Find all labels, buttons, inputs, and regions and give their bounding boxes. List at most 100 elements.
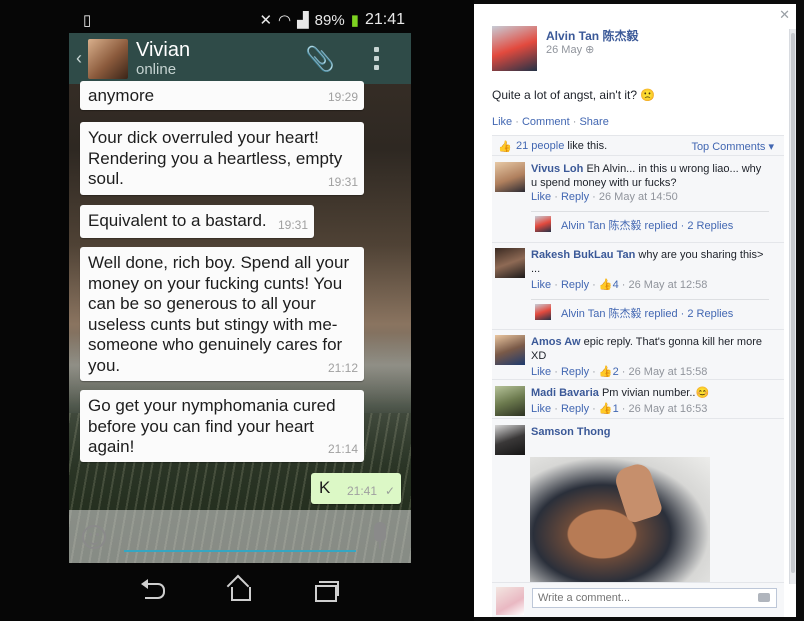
battery-percent: 89% [314, 11, 345, 29]
message-bubble[interactable]: Your dick overruled your heart! Renderin… [80, 122, 364, 195]
replies-link[interactable]: Alvin Tan 陈杰毅 replied · 2 Replies [561, 305, 733, 321]
post-date[interactable]: 26 May [546, 44, 582, 56]
replies-row[interactable]: Alvin Tan 陈杰毅 replied · 2 Replies [531, 211, 769, 233]
reply-avatar [535, 216, 551, 232]
home-icon[interactable] [227, 577, 255, 601]
close-icon[interactable]: ✕ [779, 7, 790, 23]
overflow-menu-icon[interactable] [374, 47, 380, 74]
my-avatar [496, 587, 524, 615]
comment-date[interactable]: 26 May at 12:58 [628, 279, 707, 291]
like-link[interactable]: Like [492, 116, 512, 128]
contact-presence: online [136, 60, 177, 78]
comment: Madi Bavaria Pm vivian number..😊 Like · … [492, 380, 784, 419]
globe-icon: ⊕ [585, 44, 595, 56]
message-time: 19:31 [277, 217, 308, 232]
comment: Vivus Loh Eh Alvin... in this u wrong li… [492, 157, 784, 243]
phone-screen: ▯ ✕ ◠ ▟ 89% ▮ 21:41 ‹ Vivian online 📎 an… [0, 0, 474, 621]
comment-like-count[interactable]: 1 [613, 403, 619, 415]
delivered-check-icon: ✓ [384, 483, 395, 498]
message-time: 21:12 [327, 360, 358, 375]
message-text: Your dick overruled your heart! Renderin… [88, 128, 343, 188]
share-link[interactable]: Share [579, 116, 608, 128]
comment-reply-link[interactable]: Reply [561, 191, 589, 203]
scrollbar[interactable] [789, 29, 796, 584]
contact-name: Vivian [136, 38, 191, 61]
likers-link[interactable]: 21 people [516, 140, 564, 152]
like-count-icon: 👍 [598, 366, 613, 378]
microphone-icon[interactable] [374, 522, 386, 549]
facebook-post-panel: ✕ Alvin Tan 陈杰毅 26 May ⊕ Quite a lot of … [474, 4, 796, 617]
thumbs-up-gesture [612, 460, 664, 525]
back-chevron-icon[interactable]: ‹ [71, 48, 87, 69]
comment-like-link[interactable]: Like [531, 403, 551, 415]
message-bubble[interactable]: Go get your nymphomania cured before you… [80, 390, 364, 462]
comment-author[interactable]: Samson Thong [531, 426, 610, 438]
back-arrow-icon[interactable] [141, 577, 169, 601]
comment-reply-link[interactable]: Reply [561, 403, 589, 415]
like-count-icon: 👍 [598, 279, 613, 291]
message-bubble[interactable]: Equivalent to a bastard. 19:31 [80, 205, 314, 238]
message-text: Equivalent to a bastard. [88, 211, 267, 230]
comment-photo[interactable] [530, 457, 710, 597]
post-actions: Like · Comment · Share [492, 116, 609, 128]
comment-reply-link[interactable]: Reply [561, 366, 589, 378]
android-nav-bar [69, 563, 411, 621]
likes-summary: 👍 21 people like this. Top Comments ▾ [492, 136, 784, 156]
comment-author[interactable]: Vivus Loh [531, 163, 583, 175]
comment: Samson Thong [492, 419, 784, 597]
camera-icon[interactable] [758, 593, 770, 602]
replies-row[interactable]: Alvin Tan 陈杰毅 replied · 2 Replies [531, 299, 769, 321]
comment-date[interactable]: 26 May at 16:53 [628, 403, 707, 415]
commenter-avatar[interactable] [495, 386, 525, 416]
author-avatar[interactable] [492, 26, 537, 71]
reply-avatar [535, 304, 551, 320]
comment-reply-link[interactable]: Reply [561, 279, 589, 291]
post-text: Quite a lot of angst, ain't it? 🙁 [492, 88, 656, 102]
message-text: anymore [88, 86, 155, 105]
chat-header[interactable]: ‹ Vivian online 📎 [69, 33, 411, 84]
comment-author[interactable]: Amos Aw [531, 336, 581, 348]
likes-suffix: like this. [567, 140, 608, 152]
comment-text: Pm vivian number..😊 [601, 387, 710, 399]
notification-icon: ▯ [83, 12, 92, 29]
comment-like-count[interactable]: 2 [613, 366, 619, 378]
battery-icon: ▮ [350, 12, 359, 29]
commenter-avatar[interactable] [495, 425, 525, 455]
comment-date[interactable]: 26 May at 15:58 [628, 366, 707, 378]
message-text: Well done, rich boy. Spend all your mone… [88, 253, 350, 375]
commenter-avatar[interactable] [495, 248, 525, 278]
comment-like-link[interactable]: Like [531, 191, 551, 203]
comment-like-link[interactable]: Like [531, 366, 551, 378]
comment-link[interactable]: Comment [522, 116, 570, 128]
message-input[interactable] [124, 550, 356, 552]
comment: Rakesh BukLau Tan why are you sharing th… [492, 243, 784, 330]
message-bubble[interactable]: Well done, rich boy. Spend all your mone… [80, 247, 364, 381]
top-comments-dropdown[interactable]: Top Comments ▾ [691, 140, 774, 153]
post-author[interactable]: Alvin Tan 陈杰毅 [546, 27, 638, 44]
thumbs-up-icon: 👍 [498, 141, 512, 153]
message-time: 19:31 [327, 174, 358, 189]
commenter-avatar[interactable] [495, 162, 525, 192]
comment-date[interactable]: 26 May at 14:50 [599, 191, 678, 203]
contact-avatar[interactable] [88, 38, 128, 79]
message-composer [69, 510, 411, 563]
message-time: 21:14 [327, 441, 358, 456]
no-sound-icon: ✕ [259, 12, 273, 29]
comment-like-link[interactable]: Like [531, 279, 551, 291]
comment-like-count[interactable]: 4 [613, 279, 619, 291]
commenter-avatar[interactable] [495, 335, 525, 365]
attach-paperclip-icon[interactable]: 📎 [305, 45, 335, 74]
recent-apps-icon[interactable] [313, 577, 341, 602]
status-time: 21:41 [364, 11, 405, 28]
emoji-smiley-icon[interactable] [82, 525, 106, 549]
comment-author[interactable]: Rakesh BukLau Tan [531, 249, 635, 261]
message-text: Go get your nymphomania cured before you… [88, 396, 336, 456]
comments-section: 👍 21 people like this. Top Comments ▾ Vi… [492, 135, 784, 597]
outgoing-message-bubble[interactable]: K 21:41 ✓ [311, 473, 401, 504]
message-time: 19:29 [327, 89, 358, 104]
comment: Amos Aw epic reply. That's gonna kill he… [492, 330, 784, 380]
comment-input[interactable] [532, 588, 777, 608]
replies-link[interactable]: Alvin Tan 陈杰毅 replied · 2 Replies [561, 217, 733, 233]
comment-author[interactable]: Madi Bavaria [531, 387, 599, 399]
message-bubble[interactable]: anymore 19:29 [80, 81, 364, 110]
